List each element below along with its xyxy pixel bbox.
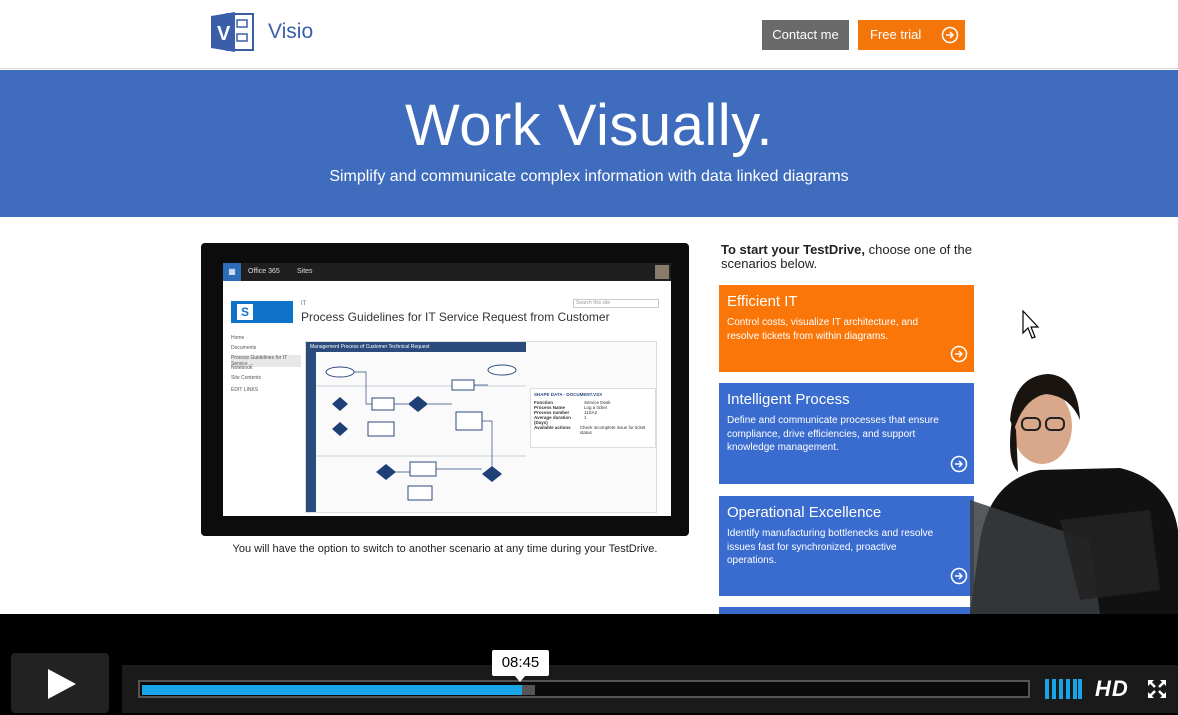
fullscreen-icon[interactable] [1147, 679, 1167, 699]
nav-item: EDIT LINKS [231, 387, 259, 393]
shape-data-key: Available actions [534, 425, 571, 430]
progress-track[interactable] [138, 680, 1030, 698]
intro-bold: To start your TestDrive, [721, 242, 865, 257]
arrow-circle-icon [950, 345, 968, 363]
flowchart-graphic [306, 352, 526, 512]
card-title: Intelligent Process [727, 391, 850, 408]
shape-data-title: SHAPE DATA - DOCUMENT.VSX [534, 392, 603, 397]
site-header: V Visio Contact me Free trial [0, 0, 1178, 69]
arrow-circle-icon [950, 567, 968, 585]
shape-data-value: 1 [584, 415, 587, 420]
nav-item: Notebook [231, 365, 253, 371]
shape-data-row: Average duration (Days) 1 [534, 415, 652, 425]
breadcrumb: IT [301, 301, 307, 307]
scenario-card-efficient-it[interactable]: Efficient IT Control costs, visualize IT… [719, 285, 974, 372]
sharepoint-logo-icon: S [231, 301, 293, 323]
card-description: Define and communicate processes that en… [727, 415, 939, 453]
free-trial-button[interactable]: Free trial [858, 20, 965, 50]
arrow-circle-icon [950, 455, 968, 473]
shape-data-key: Average duration (Days) [534, 415, 571, 425]
hd-button[interactable]: HD [1095, 676, 1129, 702]
card-title: Efficient IT [727, 293, 798, 310]
office365-bar: ▦ Office 365 Sites [223, 263, 671, 281]
shape-data-panel: SHAPE DATA - DOCUMENT.VSX Function Servic… [530, 388, 656, 448]
brand-name: Visio [268, 20, 314, 43]
sharepoint-page-title: Process Guidelines for IT Service Reques… [301, 310, 610, 324]
card-title: Operational Excellence [727, 504, 882, 521]
play-icon [48, 669, 76, 699]
card-description: Identify manufacturing bottlenecks and r… [727, 528, 934, 566]
visio-diagram: Management Process of Customer Technical… [305, 341, 657, 513]
video-frame: V Visio Contact me Free trial Work Visua… [0, 0, 1178, 614]
play-button[interactable] [11, 653, 109, 713]
volume-button[interactable] [1045, 679, 1082, 699]
hero-banner: Work Visually. Simplify and communicate … [0, 70, 1178, 217]
scenario-card-intelligent-process[interactable]: Intelligent Process Define and communica… [719, 383, 974, 484]
scenario-card-operational-excellence[interactable]: Operational Excellence Identify manufact… [719, 496, 974, 596]
shape-data-value: Check incomplete issue for ticket status [579, 425, 646, 435]
video-player-controls: 08:45 HD [0, 614, 1178, 715]
contact-me-button[interactable]: Contact me [762, 20, 849, 50]
sharepoint-search-input: Search this site [573, 299, 659, 308]
app-launcher-icon: ▦ [223, 263, 241, 281]
time-tooltip: 08:45 [492, 650, 549, 682]
nav-item: Home [231, 335, 245, 341]
free-trial-label: Free trial [870, 27, 922, 42]
presenter-video-overlay [970, 374, 1178, 614]
office365-label: Office 365 [248, 268, 280, 275]
scenario-card-partial[interactable] [719, 607, 974, 614]
svg-text:V: V [217, 23, 231, 45]
arrow-circle-icon [941, 26, 959, 44]
mouse-cursor-icon [1022, 310, 1040, 339]
sharepoint-screen: ▦ Office 365 Sites S IT Process Guidelin… [223, 263, 671, 516]
played-bar [142, 685, 522, 695]
hero-title: Work Visually. [405, 93, 773, 158]
shape-data-row: Available actions Check incomplete issue … [534, 425, 652, 435]
diagram-title: Management Process of Customer Technical… [306, 342, 526, 352]
sites-label: Sites [297, 268, 313, 275]
tablet-screenshot: ▦ Office 365 Sites S IT Process Guidelin… [201, 243, 689, 536]
tablet-caption: You will have the option to switch to an… [232, 543, 658, 555]
nav-item: Documents [231, 345, 257, 351]
visio-logo-icon: V [211, 12, 254, 52]
nav-item: Site Contents [231, 375, 262, 381]
hero-subtitle: Simplify and communicate complex informa… [329, 168, 849, 185]
scenario-intro: To start your TestDrive, choose one of t… [721, 243, 981, 271]
avatar [655, 265, 669, 279]
card-description: Control costs, visualize IT architecture… [727, 317, 919, 342]
